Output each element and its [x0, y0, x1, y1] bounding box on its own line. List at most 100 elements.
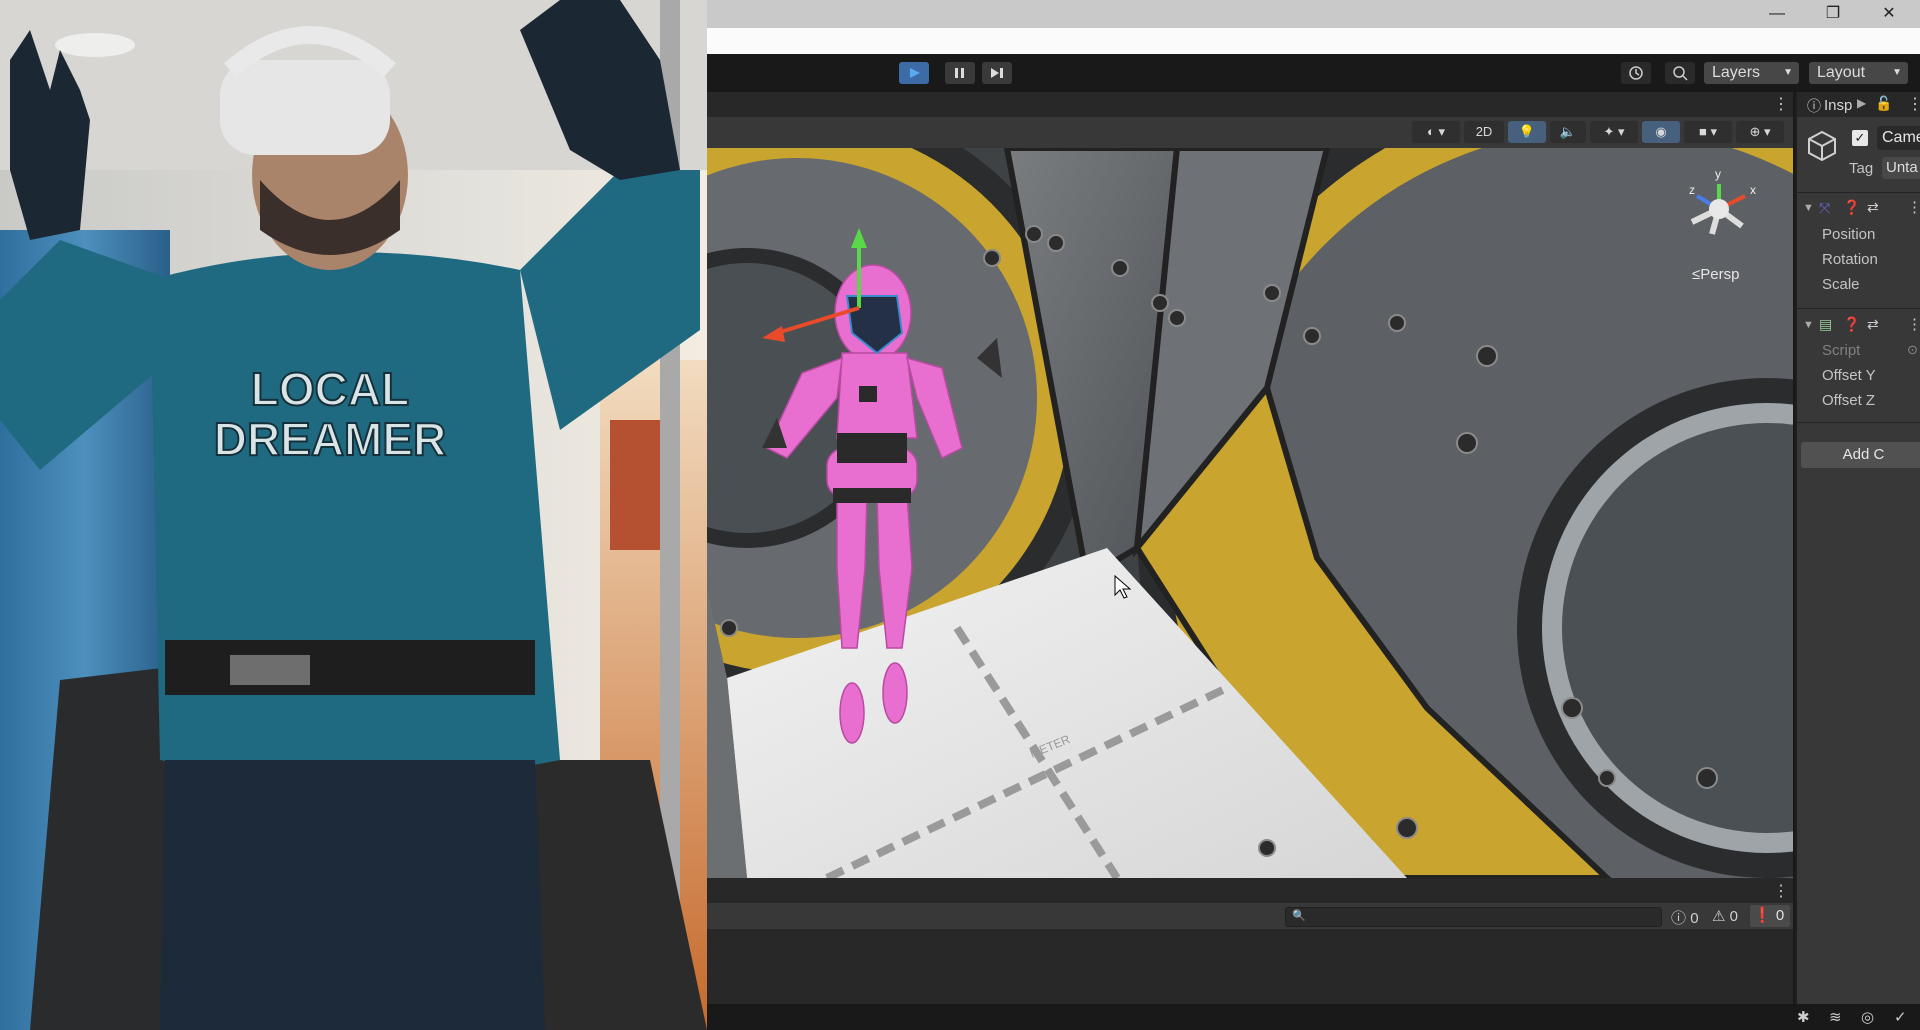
more-options-icon[interactable]: ⋮: [1773, 94, 1789, 114]
eye-slash-icon: ◉: [1655, 124, 1667, 139]
info-icon: ⓘ: [1807, 98, 1821, 114]
pause-icon: [955, 68, 964, 78]
chevron-down-icon: ▼: [1783, 67, 1793, 78]
tag-label: Tag: [1849, 160, 1874, 177]
offset-y-label: Offset Y: [1822, 367, 1876, 384]
minimize-button[interactable]: —: [1749, 0, 1805, 28]
error-filter-toggle[interactable]: ❗ 0: [1750, 905, 1790, 927]
gizmo-x-label: x: [1750, 183, 1756, 197]
audio-icon: 🔈: [1559, 124, 1577, 139]
info-count: 0: [1690, 910, 1699, 927]
status-bar: ✱ ≋ ◎ ✓: [707, 1004, 1920, 1030]
chevron-down-icon: ▼: [1892, 67, 1902, 78]
active-checkbox[interactable]: ✓: [1852, 130, 1868, 146]
main-toolbar: Layers ▼ Layout ▼: [707, 54, 1920, 92]
warning-filter-toggle[interactable]: ⚠ 0: [1712, 907, 1746, 925]
webcam-feed: LOCAL DREAMER: [0, 0, 707, 1030]
webcam-image: LOCAL DREAMER: [0, 0, 707, 1030]
step-icon: [991, 68, 1003, 78]
transform-icon: ⤧: [1819, 200, 1831, 216]
layout-label: Layout: [1817, 64, 1866, 81]
more-options-icon[interactable]: ⋮: [1907, 315, 1920, 333]
effects-dropdown[interactable]: ✦ ▾: [1590, 121, 1638, 143]
search-button[interactable]: [1665, 62, 1695, 84]
script-label: Script: [1822, 342, 1861, 359]
gizmos-dropdown[interactable]: ⊕ ▾: [1736, 121, 1784, 143]
scene-toolbar: ◐ ▾ 2D 💡 🔈 ✦ ▾ ◉ ■ ▾ ⊕ ▾: [707, 117, 1793, 148]
console-log-area[interactable]: [707, 929, 1793, 1004]
script-icon: ▤: [1819, 316, 1833, 332]
check-icon[interactable]: ✓: [1894, 1008, 1907, 1026]
scale-label: Scale: [1822, 276, 1860, 293]
minimize-icon: —: [1769, 5, 1785, 22]
preset-icon[interactable]: ⇄: [1867, 199, 1879, 216]
cache-icon[interactable]: ◎: [1861, 1008, 1874, 1026]
effects-icon: ✦ ▾: [1603, 124, 1625, 139]
shading-mode-button[interactable]: ◐ ▾: [1412, 121, 1460, 143]
inspector-tab-label[interactable]: Insp: [1824, 97, 1852, 114]
object-picker-icon[interactable]: ⊙: [1907, 342, 1918, 358]
layers-stack-icon[interactable]: ≋: [1829, 1008, 1842, 1026]
restore-icon: ❐: [1825, 5, 1841, 22]
mode-2d-label: 2D: [1475, 124, 1493, 139]
shirt-text-line2: DREAMER: [214, 413, 447, 465]
orientation-gizmo[interactable]: y x z: [1667, 154, 1777, 264]
menu-bar: [707, 28, 1920, 54]
layers-dropdown[interactable]: Layers ▼: [1704, 62, 1799, 84]
rotation-label: Rotation: [1822, 251, 1878, 268]
info-icon: ⓘ: [1671, 910, 1687, 927]
play-icon: [910, 68, 920, 78]
step-button[interactable]: [982, 62, 1012, 84]
position-label: Position: [1822, 226, 1876, 243]
object-name-field[interactable]: Came: [1877, 126, 1920, 150]
lock-icon[interactable]: 🔓: [1875, 95, 1892, 112]
gizmo-y-label: y: [1715, 167, 1721, 181]
console-search-input[interactable]: 🔍: [1285, 907, 1662, 927]
console-tab-bar: ⋮: [707, 878, 1793, 903]
layers-label: Layers: [1712, 64, 1761, 81]
warning-count: 0: [1729, 908, 1738, 925]
scene-render: METER: [707, 148, 1793, 878]
audio-toggle[interactable]: 🔈: [1550, 121, 1586, 143]
hidden-objects-toggle[interactable]: ◉: [1642, 121, 1680, 143]
mode-2d-button[interactable]: 2D: [1464, 121, 1504, 143]
help-icon[interactable]: ❓: [1843, 316, 1860, 333]
chevron-right-icon: ▶: [1857, 96, 1867, 110]
close-button[interactable]: ✕: [1861, 0, 1917, 28]
debug-icon[interactable]: ✱: [1797, 1008, 1810, 1026]
lighting-toggle[interactable]: 💡: [1508, 121, 1546, 143]
layout-dropdown[interactable]: Layout ▼: [1809, 62, 1908, 84]
inspector-tab-bar: ⓘ Insp ▶ 🔓 ⋮: [1797, 92, 1920, 117]
more-options-icon[interactable]: ⋮: [1907, 198, 1920, 216]
error-icon: ❗: [1753, 907, 1772, 924]
preset-icon[interactable]: ⇄: [1867, 316, 1879, 333]
restore-button[interactable]: ❐: [1805, 0, 1861, 28]
shirt-text-line1: LOCAL: [251, 363, 409, 415]
more-options-icon[interactable]: ⋮: [1907, 94, 1920, 114]
add-component-button[interactable]: Add C: [1801, 442, 1920, 468]
scene-view[interactable]: METER y x z ≤Persp: [707, 148, 1793, 878]
search-icon: [1673, 66, 1688, 81]
warning-icon: ⚠: [1712, 908, 1726, 925]
globe-icon: ⊕ ▾: [1749, 124, 1771, 139]
history-button[interactable]: [1621, 62, 1651, 84]
search-icon: 🔍: [1292, 910, 1306, 922]
foldout-arrow-icon[interactable]: ▼: [1803, 319, 1814, 331]
play-button[interactable]: [899, 62, 929, 84]
scene-tab-bar: ⋮: [707, 92, 1793, 117]
window-title-bar: — ❐ ✕: [707, 0, 1920, 28]
help-icon[interactable]: ❓: [1843, 199, 1860, 216]
info-filter-toggle[interactable]: ⓘ 0: [1671, 907, 1705, 927]
foldout-arrow-icon[interactable]: ▼: [1803, 202, 1814, 214]
pause-button[interactable]: [945, 62, 975, 84]
camera-dropdown[interactable]: ■ ▾: [1684, 121, 1732, 143]
sphere-icon: ◐ ▾: [1427, 124, 1445, 139]
error-count: 0: [1775, 907, 1785, 924]
projection-label[interactable]: ≤Persp: [1692, 266, 1739, 283]
axis-gizmo-icon: y x z: [1689, 167, 1756, 235]
more-options-icon[interactable]: ⋮: [1773, 881, 1789, 901]
inspector-panel: ⓘ Insp ▶ 🔓 ⋮ ✓ Came Tag Unta ▼ ⤧ ❓ ⇄ ⋮ P…: [1795, 92, 1920, 1004]
tag-dropdown[interactable]: Unta: [1882, 157, 1920, 179]
gizmo-z-label: z: [1689, 183, 1695, 197]
history-icon: [1629, 66, 1643, 80]
